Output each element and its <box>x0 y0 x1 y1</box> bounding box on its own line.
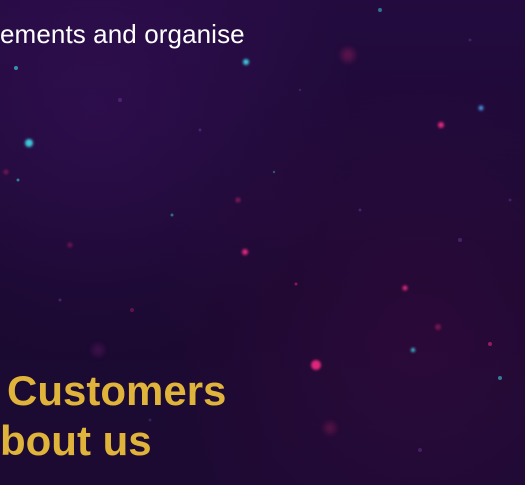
particle <box>198 128 202 132</box>
particle <box>488 342 492 346</box>
heading-line-about-us: bout us <box>0 417 152 464</box>
particle <box>3 169 9 175</box>
particle <box>298 88 302 92</box>
particle <box>294 282 298 286</box>
particle <box>243 59 249 65</box>
particle <box>418 448 422 452</box>
particle <box>498 376 502 380</box>
particle <box>468 38 472 42</box>
particle <box>438 122 444 128</box>
particle <box>170 213 174 217</box>
particle <box>272 170 276 174</box>
particle <box>358 208 362 212</box>
particle <box>435 324 441 330</box>
particle <box>378 8 382 12</box>
particle <box>242 249 248 255</box>
particle <box>16 178 20 182</box>
particle <box>235 197 241 203</box>
particle <box>130 308 134 312</box>
heading-line-customers: Customers <box>7 367 227 414</box>
particle <box>14 66 18 70</box>
body-text-fragment: ements and organise <box>0 19 245 49</box>
particle <box>402 285 408 291</box>
particle <box>67 242 73 248</box>
particle <box>411 348 415 352</box>
particle <box>508 198 512 202</box>
particle <box>118 98 122 102</box>
section-heading: Customers bout us <box>0 366 226 466</box>
particle <box>25 139 33 147</box>
particle <box>458 238 462 242</box>
particle <box>58 298 62 302</box>
particle <box>311 360 321 370</box>
particle <box>324 422 336 434</box>
particle <box>92 344 104 356</box>
particle <box>478 105 484 111</box>
particle <box>341 48 355 62</box>
